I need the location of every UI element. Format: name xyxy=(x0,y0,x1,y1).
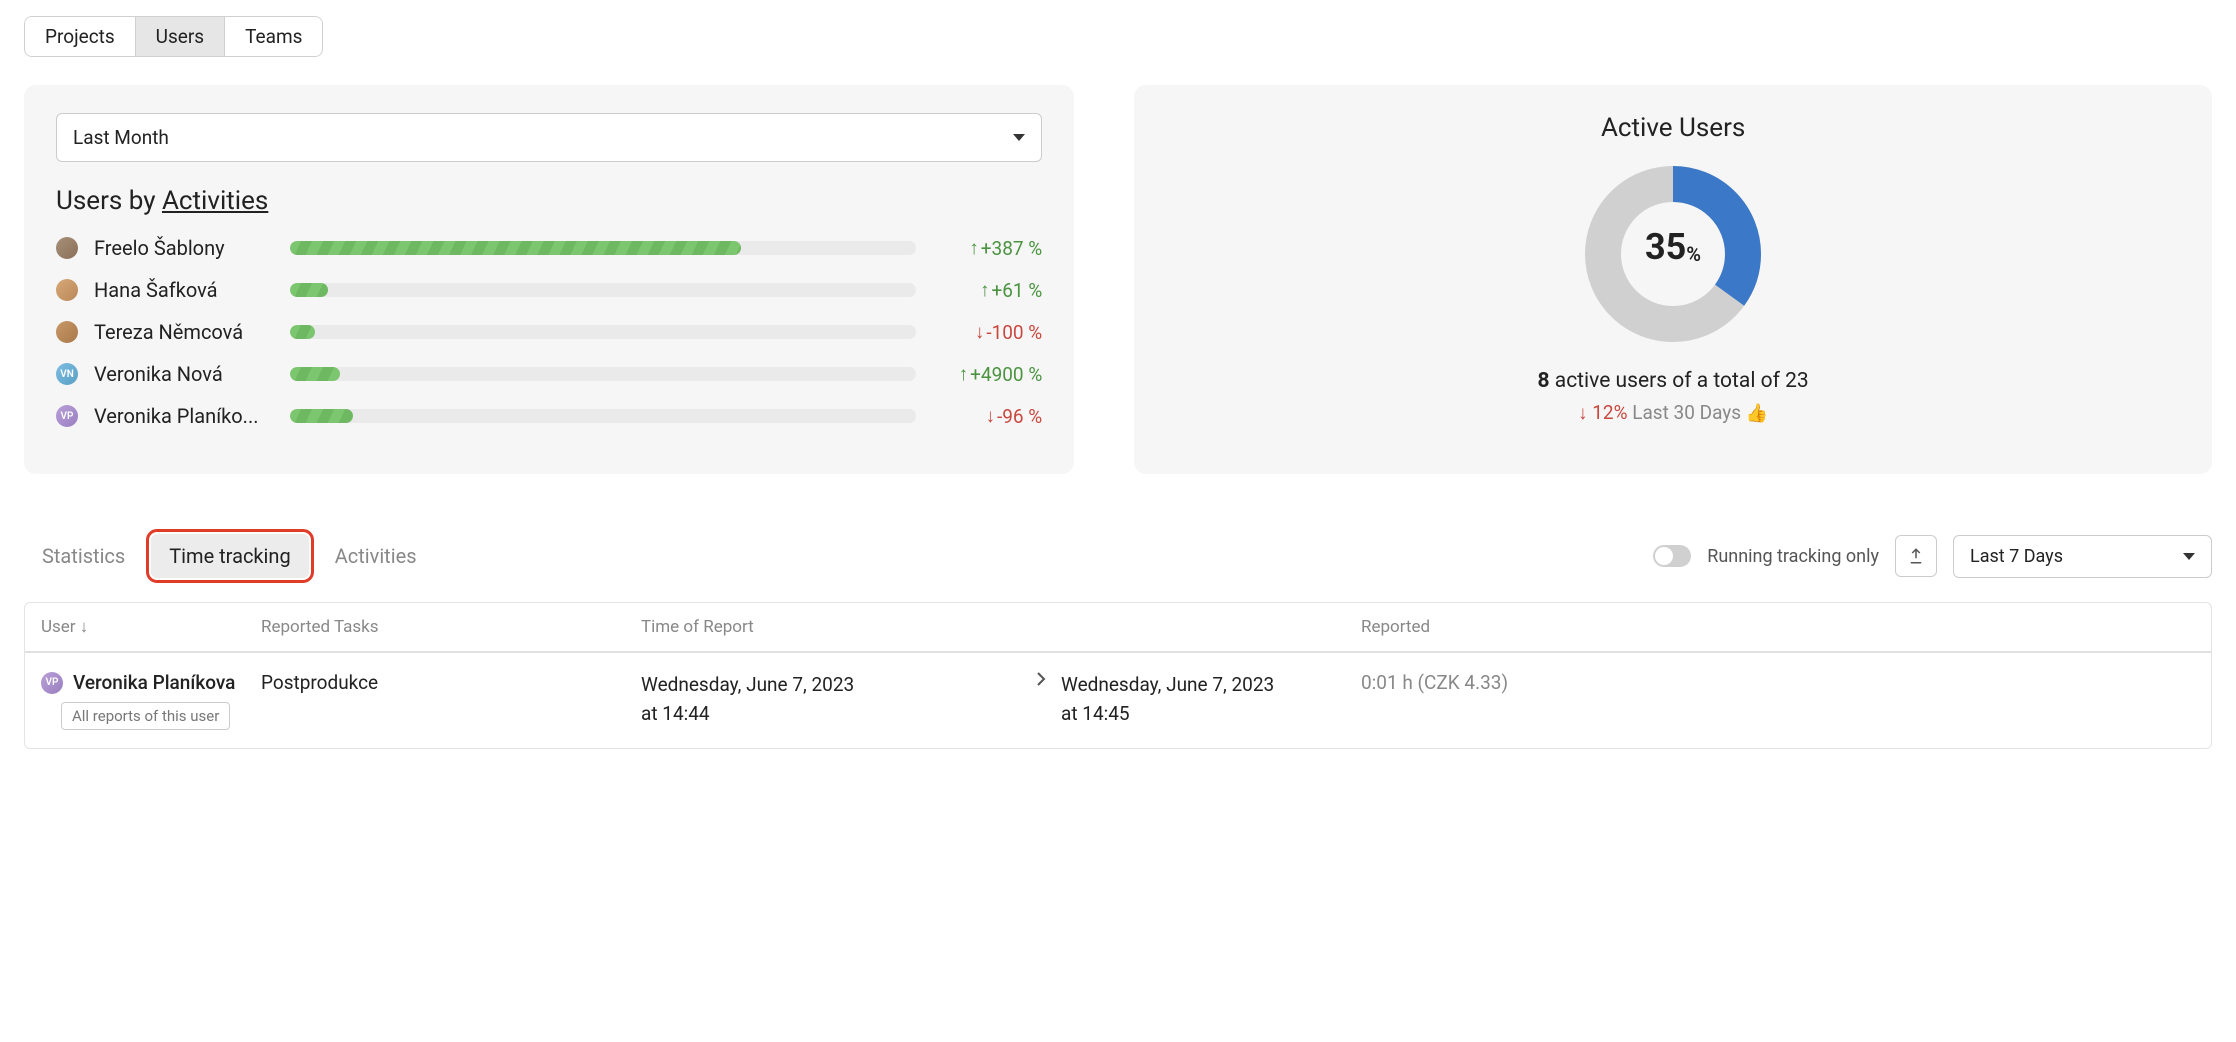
user-name: Tereza Němcová xyxy=(94,320,274,344)
panel-title: Users by Activities xyxy=(56,186,1042,216)
reports-section: Statistics Time tracking Activities Runn… xyxy=(24,534,2212,749)
chevron-right-icon xyxy=(1021,671,1061,687)
avatar xyxy=(56,237,78,259)
tab-statistics[interactable]: Statistics xyxy=(24,534,143,578)
trend-value: -100 % xyxy=(932,320,1042,344)
arrow-up-icon xyxy=(980,278,990,302)
activity-bar xyxy=(290,283,916,297)
avatar: VN xyxy=(56,363,78,385)
activity-bar xyxy=(290,241,916,255)
arrow-down-icon: ↓ xyxy=(1578,401,1592,424)
user-activity-list: Freelo Šablony +387 % Hana Šafková +61 % Ter… xyxy=(56,236,1042,428)
table-row: VP Veronika Planíkova All reports of this … xyxy=(25,653,2211,748)
arrow-down-icon xyxy=(985,404,995,428)
arrow-up-icon xyxy=(959,362,969,386)
table-body: VP Veronika Planíkova All reports of this … xyxy=(25,653,2211,748)
chevron-down-icon xyxy=(2183,553,2195,560)
top-tab-group: Projects Users Teams xyxy=(24,16,323,57)
user-activity-row: Freelo Šablony +387 % xyxy=(56,236,1042,260)
avatar: VP xyxy=(56,405,78,427)
avatar: VP xyxy=(41,672,63,694)
active-users-trend: ↓ 12% Last 30 Days 👍 xyxy=(1166,401,2180,425)
tab-time-tracking[interactable]: Time tracking xyxy=(151,534,308,578)
period-select[interactable]: Last Month xyxy=(56,113,1042,162)
tab-teams[interactable]: Teams xyxy=(225,17,322,56)
donut-value: 35 xyxy=(1645,226,1686,268)
thumbs-up-icon: 👍 xyxy=(1746,403,1768,424)
arrow-up-icon xyxy=(969,236,979,260)
activity-bar xyxy=(290,325,916,339)
tab-activities[interactable]: Activities xyxy=(317,534,435,578)
dashboard-panels: Last Month Users by Activities Freelo Ša… xyxy=(24,85,2212,474)
user-name: Veronika Nová xyxy=(94,362,274,386)
col-user[interactable]: User xyxy=(41,617,261,637)
svg-text:35%: 35% xyxy=(1645,226,1701,268)
tab-projects[interactable]: Projects xyxy=(25,17,136,56)
arrow-down-icon xyxy=(975,320,985,344)
all-reports-badge[interactable]: All reports of this user xyxy=(61,702,230,730)
trend-value: +61 % xyxy=(932,278,1042,302)
activity-bar xyxy=(290,367,916,381)
trend-value: -96 % xyxy=(932,404,1042,428)
date-range-value: Last 7 Days xyxy=(1970,546,2063,567)
avatar xyxy=(56,321,78,343)
trend-value: +4900 % xyxy=(932,362,1042,386)
running-only-label: Running tracking only xyxy=(1707,546,1879,567)
date-range-select[interactable]: Last 7 Days xyxy=(1953,535,2212,578)
trend-value: +387 % xyxy=(932,236,1042,260)
avatar xyxy=(56,279,78,301)
reports-table: User Reported Tasks Time of Report Repor… xyxy=(24,602,2212,749)
user-activity-row: VN Veronika Nová +4900 % xyxy=(56,362,1042,386)
toggle-knob xyxy=(1655,547,1673,565)
active-users-panel: Active Users 35% 8 active users of a tot… xyxy=(1134,85,2212,474)
export-button[interactable] xyxy=(1895,535,1937,577)
running-only-toggle[interactable] xyxy=(1653,545,1691,567)
activity-bar xyxy=(290,409,916,423)
user-name: Veronika Planíko... xyxy=(94,404,274,428)
user-activity-row: Hana Šafková +61 % xyxy=(56,278,1042,302)
tab-users[interactable]: Users xyxy=(136,17,225,56)
col-tasks[interactable]: Reported Tasks xyxy=(261,617,641,637)
user-activity-row: Tereza Němcová -100 % xyxy=(56,320,1042,344)
sub-tab-group: Statistics Time tracking Activities xyxy=(24,534,435,578)
time-from: Wednesday, June 7, 2023at 14:44 xyxy=(641,671,1021,728)
active-users-summary: 8 active users of a total of 23 xyxy=(1166,369,2180,393)
export-icon xyxy=(1907,547,1925,565)
toolbar-right: Running tracking only Last 7 Days xyxy=(1653,535,2212,578)
active-users-title: Active Users xyxy=(1166,113,2180,143)
reported-duration: 0:01 h (CZK 4.33) xyxy=(1361,671,2195,694)
period-select-value: Last Month xyxy=(73,126,169,149)
time-to: Wednesday, June 7, 2023at 14:45 xyxy=(1061,671,1361,728)
table-header: User Reported Tasks Time of Report Repor… xyxy=(25,603,2211,653)
reports-toolbar: Statistics Time tracking Activities Runn… xyxy=(24,534,2212,578)
user-name: Hana Šafková xyxy=(94,278,274,302)
chevron-down-icon xyxy=(1013,134,1025,141)
donut-chart: 35% xyxy=(1166,159,2180,349)
activities-link[interactable]: Activities xyxy=(162,186,268,216)
user-name: Veronika Planíkova xyxy=(73,671,235,694)
task-name: Postprodukce xyxy=(261,671,641,694)
col-reported[interactable]: Reported xyxy=(1361,617,2195,637)
user-activity-row: VP Veronika Planíko... -96 % xyxy=(56,404,1042,428)
users-by-activities-panel: Last Month Users by Activities Freelo Ša… xyxy=(24,85,1074,474)
user-name: Freelo Šablony xyxy=(94,236,274,260)
col-time[interactable]: Time of Report xyxy=(641,617,1021,637)
